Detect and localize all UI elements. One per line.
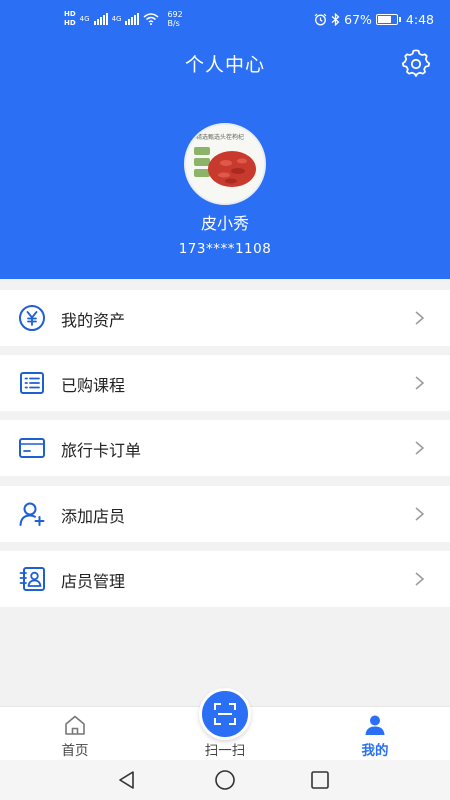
menu-label: 我的资产 (61, 311, 126, 330)
avatar[interactable]: 精选甄选头茬枸杞 (184, 123, 266, 205)
network-type: 4G (79, 14, 90, 23)
menu-label: 添加店员 (61, 507, 126, 526)
menu-label: 旅行卡订单 (61, 441, 142, 460)
menu-label: 店员管理 (61, 572, 126, 591)
chevron-right-icon (415, 311, 425, 325)
home-icon (65, 715, 85, 735)
back-icon[interactable] (115, 768, 139, 792)
status-bar: HD HD 4G 4G 692 B/s 67% 4:48 (0, 0, 450, 40)
alarm-icon (314, 13, 327, 26)
signal-icon (93, 13, 108, 25)
net-speed-unit: B/s (167, 19, 180, 28)
scan-button[interactable] (199, 688, 251, 740)
wifi-icon (143, 13, 159, 25)
tab-label: 扫一扫 (204, 743, 246, 759)
card-icon (19, 438, 45, 458)
tab-label: 我的 (361, 743, 389, 759)
chevron-right-icon (415, 507, 425, 521)
tab-mine[interactable]: 我的 (335, 707, 415, 761)
hd-indicator: HD (64, 19, 76, 27)
avatar-caption: 精选甄选头茬枸杞 (196, 134, 245, 141)
menu-item-courses[interactable]: 已购课程 (0, 355, 450, 411)
username: 皮小秀 (200, 214, 249, 233)
scan-icon (214, 703, 236, 725)
bluetooth-icon (331, 13, 340, 26)
battery-icon (375, 14, 401, 25)
network-type: 4G (111, 14, 122, 23)
home-circle-icon[interactable] (213, 768, 237, 792)
gear-icon[interactable] (400, 48, 432, 80)
recents-icon[interactable] (308, 768, 332, 792)
hd-indicator: HD (64, 10, 76, 18)
chevron-right-icon (415, 441, 425, 455)
clock: 4:48 (405, 12, 434, 27)
profile-header: HD HD 4G 4G 692 B/s 67% 4:48 个人中心 精选甄选头茬… (0, 0, 450, 279)
phone-number: 173****1108 (178, 241, 272, 257)
signal-icon (125, 13, 140, 25)
menu-item-assets[interactable]: 我的资产 (0, 290, 450, 346)
system-nav-bar (0, 760, 450, 800)
list-icon (20, 372, 44, 394)
chevron-right-icon (415, 376, 425, 390)
chevron-right-icon (415, 572, 425, 586)
battery-percent: 67% (344, 12, 372, 27)
tab-home[interactable]: 首页 (35, 707, 115, 761)
add-user-icon (19, 502, 45, 526)
yuan-icon (19, 305, 45, 331)
user-icon (365, 715, 385, 735)
tab-label: 首页 (61, 743, 89, 759)
staff-card-icon (19, 567, 45, 591)
menu-item-staff-management[interactable]: 店员管理 (0, 551, 450, 607)
page-title: 个人中心 (184, 54, 265, 76)
menu-item-add-staff[interactable]: 添加店员 (0, 486, 450, 542)
menu-item-travel-card-orders[interactable]: 旅行卡订单 (0, 420, 450, 476)
menu-label: 已购课程 (61, 376, 126, 395)
net-speed-value: 692 (167, 10, 183, 19)
